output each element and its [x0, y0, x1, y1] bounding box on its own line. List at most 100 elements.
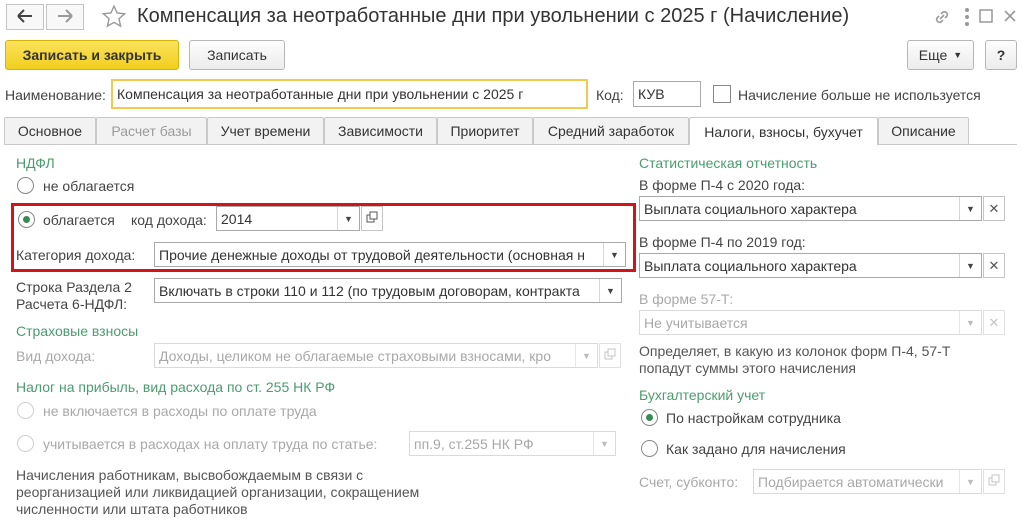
favorite-star-icon[interactable]	[100, 4, 128, 33]
accounting-section-title: Бухгалтерский учет	[639, 387, 766, 403]
tab-dependencies[interactable]: Зависимости	[324, 117, 437, 144]
open-window-icon	[604, 348, 616, 363]
name-input-value: Компенсация за неотработанные дни при ув…	[117, 86, 524, 102]
name-input[interactable]: Компенсация за неотработанные дни при ув…	[111, 79, 588, 109]
accounting-as-set-label: Как задано для начисления	[666, 441, 846, 457]
row6-value: Включать в строки 110 и 112 (по трудовым…	[159, 282, 580, 299]
help-button[interactable]: ?	[985, 40, 1017, 70]
statistics-section-title: Статистическая отчетность	[639, 155, 818, 171]
chevron-down-icon: ▼	[575, 344, 597, 367]
statistics-hint-line2: попадут суммы этого начисления	[639, 360, 857, 376]
code-input-value: КУВ	[638, 86, 665, 102]
profit-included-label: учитывается в расходах на оплату труда п…	[43, 436, 378, 452]
tab-base-calculation[interactable]: Расчет базы	[96, 117, 207, 144]
tab-time-tracking[interactable]: Учет времени	[207, 117, 324, 144]
insurance-income-type-value: Доходы, целиком не облагаемые страховыми…	[159, 347, 551, 364]
maximize-icon[interactable]	[978, 8, 994, 27]
code-input[interactable]: КУВ	[633, 81, 701, 107]
chevron-down-icon: ▼	[603, 243, 625, 266]
chevron-down-icon: ▼	[337, 207, 359, 230]
window-title: Компенсация за неотработанные дни при ув…	[137, 5, 850, 27]
tab-main[interactable]: Основное	[4, 117, 96, 144]
open-window-icon	[366, 211, 378, 226]
row6-select[interactable]: Включать в строки 110 и 112 (по трудовым…	[154, 278, 622, 303]
save-and-close-button[interactable]: Записать и закрыть	[5, 40, 179, 70]
more-button[interactable]: Еще ▼	[907, 40, 974, 70]
not-used-label: Начисление больше не используется	[738, 87, 981, 103]
arrow-right-icon	[57, 8, 73, 26]
p4-2019-label: В форме П-4 по 2019 год:	[639, 234, 806, 250]
close-icon: ✕	[988, 257, 1000, 273]
ndfl-not-taxed-radio[interactable]	[17, 177, 34, 194]
p4-2019-value: Выплата социального характера	[644, 257, 857, 274]
p4-2019-select[interactable]: Выплата социального характера ▼	[639, 253, 982, 278]
clear-p4-2019-button[interactable]: ✕	[983, 253, 1005, 278]
open-income-code-button[interactable]	[361, 206, 383, 231]
chevron-down-icon: ▼	[953, 50, 963, 60]
chevron-down-icon: ▼	[593, 432, 615, 455]
tab-average-earnings[interactable]: Средний заработок	[533, 117, 689, 144]
profit-not-included-radio[interactable]	[17, 402, 34, 419]
insurance-income-type-label: Вид дохода:	[16, 348, 96, 364]
income-category-label: Категория дохода:	[16, 247, 136, 263]
tab-priority[interactable]: Приоритет	[437, 117, 533, 144]
clear-p4-2020-button[interactable]: ✕	[983, 196, 1005, 221]
income-category-value: Прочие денежные доходы от трудовой деяте…	[159, 246, 585, 263]
p4-2020-select[interactable]: Выплата социального характера ▼	[639, 196, 982, 221]
code-label: Код:	[596, 87, 624, 103]
profit-article-value: пп.9, ст.255 НК РФ	[414, 435, 534, 452]
account-subconto-label: Счет, субконто:	[639, 474, 739, 490]
income-code-value: 2014	[221, 210, 253, 227]
account-subconto-value: Подбирается автоматически	[758, 473, 944, 490]
profit-tax-note: Начисления работникам, высвобождаемым в …	[16, 467, 419, 518]
close-icon: ✕	[988, 314, 1000, 330]
save-button[interactable]: Записать	[189, 40, 285, 70]
profit-included-radio[interactable]	[17, 435, 34, 452]
link-icon[interactable]	[932, 7, 952, 30]
form57t-value: Не учитывается	[644, 314, 748, 331]
income-category-select[interactable]: Прочие денежные доходы от трудовой деяте…	[154, 242, 626, 267]
p4-2020-label: В форме П-4 с 2020 года:	[639, 177, 806, 193]
insurance-income-type-select[interactable]: Доходы, целиком не облагаемые страховыми…	[154, 343, 598, 368]
open-window-icon	[988, 474, 1000, 489]
row6-label-line1: Строка Раздела 2	[16, 279, 132, 295]
back-button[interactable]	[6, 4, 44, 30]
close-icon: ✕	[988, 200, 1000, 216]
profit-article-select[interactable]: пп.9, ст.255 НК РФ ▼	[409, 431, 616, 456]
row6-label-line2: Расчета 6-НДФЛ:	[16, 296, 128, 312]
open-account-subconto-button[interactable]	[983, 469, 1005, 494]
form57t-select[interactable]: Не учитывается ▼	[639, 310, 982, 335]
profit-not-included-label: не включается в расходы по оплате труда	[43, 403, 317, 419]
ndfl-taxed-label: облагается	[43, 212, 115, 228]
profit-tax-note-line3: численности или штата работников	[16, 501, 248, 517]
p4-2020-value: Выплата социального характера	[644, 200, 857, 217]
row6-label: Строка Раздела 2 Расчета 6-НДФЛ:	[16, 279, 132, 313]
form57t-label: В форме 57-Т:	[639, 291, 734, 307]
ndfl-taxed-radio[interactable]	[18, 211, 35, 228]
open-insurance-income-type-button[interactable]	[599, 343, 621, 368]
ndfl-not-taxed-label: не облагается	[43, 178, 135, 194]
income-code-label: код дохода:	[131, 212, 207, 228]
kebab-menu-icon[interactable]	[963, 6, 971, 31]
clear-form57t-button[interactable]: ✕	[983, 310, 1005, 335]
insurance-section-title: Страховые взносы	[16, 323, 139, 339]
profit-tax-note-line2: реорганизацией или ликвидацией организац…	[16, 484, 420, 500]
close-icon[interactable]	[1002, 8, 1018, 27]
tab-description[interactable]: Описание	[878, 117, 969, 144]
chevron-down-icon: ▼	[599, 279, 621, 302]
name-label: Наименование:	[5, 87, 106, 103]
chevron-down-icon: ▼	[959, 197, 981, 220]
not-used-checkbox[interactable]	[713, 85, 731, 103]
tab-taxes[interactable]: Налоги, взносы, бухучет	[689, 117, 878, 145]
arrow-left-icon	[17, 8, 33, 26]
forward-button[interactable]	[46, 4, 84, 30]
accounting-as-set-radio[interactable]	[641, 440, 658, 457]
accounting-by-employee-radio[interactable]	[641, 409, 658, 426]
statistics-hint-line1: Определяет, в какую из колонок форм П-4,…	[639, 343, 951, 359]
chevron-down-icon: ▼	[959, 470, 981, 493]
accounting-by-employee-label: По настройкам сотрудника	[666, 410, 841, 426]
profit-tax-section-title: Налог на прибыль, вид расхода по ст. 255…	[16, 379, 336, 395]
account-subconto-select[interactable]: Подбирается автоматически ▼	[753, 469, 982, 494]
income-code-select[interactable]: 2014 ▼	[216, 206, 360, 231]
more-button-label: Еще	[918, 47, 948, 63]
